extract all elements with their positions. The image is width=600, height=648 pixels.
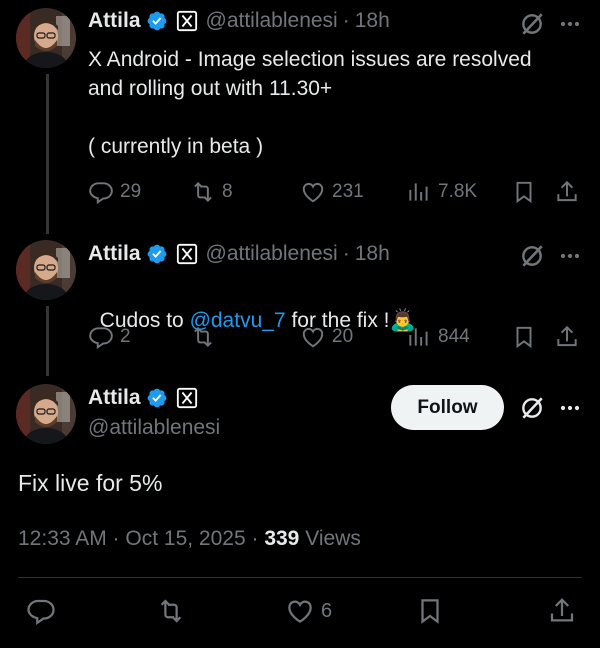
divider <box>18 577 582 578</box>
analytics-icon <box>406 324 432 350</box>
views-button[interactable]: 844 <box>406 324 470 350</box>
bookmark-icon <box>511 179 537 205</box>
repost-icon <box>190 179 216 205</box>
author-name[interactable]: Attila <box>88 242 141 266</box>
reply-count: 29 <box>120 181 142 202</box>
more-options-icon[interactable] <box>556 242 584 270</box>
author-name[interactable]: Attila <box>88 386 141 410</box>
like-button[interactable]: 20 <box>300 324 353 350</box>
share-icon <box>547 596 577 626</box>
reply-icon <box>88 324 114 350</box>
bookmark-icon <box>415 596 445 626</box>
reply-button[interactable] <box>26 596 56 626</box>
tweet-time[interactable]: 18h <box>355 242 390 266</box>
more-options-icon[interactable] <box>556 10 584 38</box>
more-options-icon[interactable] <box>556 394 584 422</box>
like-button[interactable]: 6 <box>285 596 332 626</box>
share-button[interactable] <box>554 324 580 350</box>
heart-icon <box>285 596 315 626</box>
share-icon <box>554 324 580 350</box>
reply-icon <box>26 596 56 626</box>
reply-button[interactable]: 29 <box>88 179 141 205</box>
reply-count: 2 <box>120 326 131 347</box>
thread-connector-2 <box>46 306 49 376</box>
main-handle-row: @attilablenesi <box>88 416 220 440</box>
separator-dot: · <box>342 9 350 32</box>
repost-button[interactable] <box>190 324 216 350</box>
views-count: 844 <box>438 326 470 347</box>
reply-button[interactable]: 2 <box>88 324 131 350</box>
bookmark-button[interactable] <box>511 179 537 205</box>
author-name[interactable]: Attila <box>88 9 141 33</box>
grok-icon[interactable] <box>519 243 545 269</box>
avatar[interactable] <box>16 384 76 444</box>
main-tweet-text: Fix live for 5% <box>18 470 163 496</box>
avatar[interactable] <box>16 8 76 68</box>
tweet-text: X Android - Image selection issues are r… <box>88 48 532 158</box>
heart-icon <box>300 324 326 350</box>
follow-button[interactable]: Follow <box>391 385 504 430</box>
thread-connector-1 <box>46 74 49 234</box>
repost-icon <box>190 324 216 350</box>
like-count: 6 <box>321 599 333 622</box>
author-handle[interactable]: @attilablenesi <box>88 416 220 440</box>
x-affiliate-badge-icon <box>176 243 198 265</box>
views-button[interactable]: 7.8K <box>406 179 477 205</box>
bookmark-button[interactable] <box>511 324 537 350</box>
grok-icon[interactable] <box>519 11 545 37</box>
views-label: Views <box>299 527 361 550</box>
tweet-header: Attila @attilablenesi · 18h <box>88 242 390 266</box>
main-tweet-header: Attila <box>88 386 198 410</box>
author-handle[interactable]: @attilablenesi <box>206 242 338 266</box>
analytics-icon <box>406 179 432 205</box>
like-count: 231 <box>332 181 364 202</box>
x-affiliate-badge-icon <box>176 10 198 32</box>
author-handle[interactable]: @attilablenesi <box>206 9 338 33</box>
grok-icon[interactable] <box>519 395 545 421</box>
verified-badge-icon <box>146 10 168 32</box>
separator-dot: · <box>342 242 350 265</box>
repost-button[interactable] <box>156 596 186 626</box>
verified-badge-icon <box>146 387 168 409</box>
tweet-meta: 12:33 AM · Oct 15, 2025 · 339 Views <box>18 527 361 551</box>
reply-icon <box>88 179 114 205</box>
avatar[interactable] <box>16 240 76 300</box>
repost-button[interactable]: 8 <box>190 179 233 205</box>
share-button[interactable] <box>554 179 580 205</box>
like-count: 20 <box>332 326 354 347</box>
views-count: 7.8K <box>438 181 478 202</box>
tweet-time[interactable]: 18h <box>355 9 390 33</box>
bookmark-icon <box>511 324 537 350</box>
x-affiliate-badge-icon <box>176 387 198 409</box>
repost-count: 8 <box>222 181 233 202</box>
share-button[interactable] <box>547 596 577 626</box>
verified-badge-icon <box>146 243 168 265</box>
views-number: 339 <box>264 527 300 550</box>
share-icon <box>554 179 580 205</box>
repost-icon <box>156 596 186 626</box>
tweet-header: Attila @attilablenesi · 18h <box>88 9 390 33</box>
like-button[interactable]: 231 <box>300 179 364 205</box>
heart-icon <box>300 179 326 205</box>
bookmark-button[interactable] <box>415 596 445 626</box>
timestamp[interactable]: 12:33 AM · Oct 15, 2025 · <box>18 527 264 550</box>
